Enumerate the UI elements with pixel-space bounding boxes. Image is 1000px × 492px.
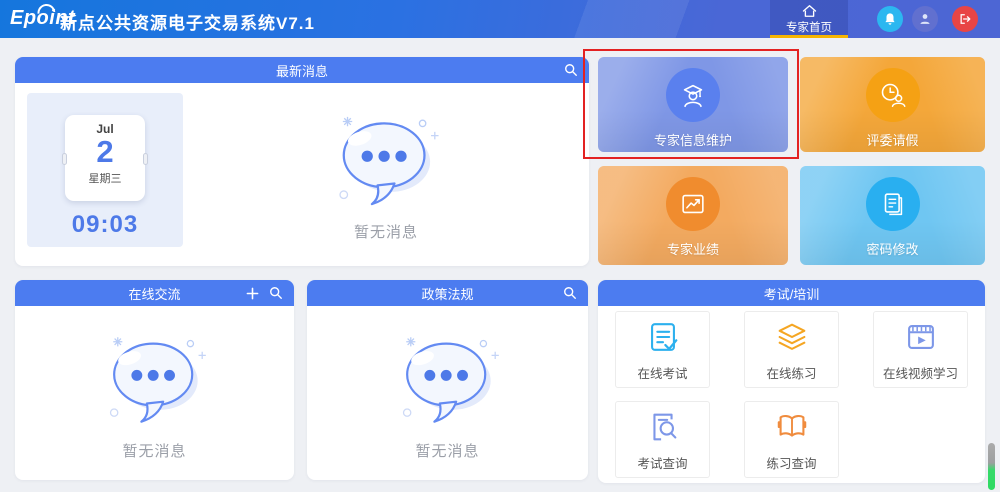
search-icon xyxy=(563,286,577,300)
tab-label: 专家首页 xyxy=(786,19,832,35)
app-title: 新点公共资源电子交易系统V7.1 xyxy=(60,9,315,34)
clock-time: 09:03 xyxy=(27,211,183,239)
calendar-weekday: 星期三 xyxy=(65,170,145,186)
tile-label: 专家信息维护 xyxy=(654,130,732,149)
message-bubble-icon xyxy=(389,328,507,430)
tile-icon-circle xyxy=(866,68,920,122)
logout-icon xyxy=(958,12,972,26)
app-header: Epoint 新点公共资源电子交易系统V7.1 专家首页 xyxy=(0,0,1000,38)
exam-item-label: 练习查询 xyxy=(766,453,816,472)
trend-chart-icon xyxy=(678,189,708,219)
search-icon xyxy=(564,63,578,77)
online-chat-title: 在线交流 xyxy=(128,284,180,303)
user-icon xyxy=(918,12,932,26)
logout-button[interactable] xyxy=(952,6,978,32)
doc-search-icon xyxy=(644,408,682,446)
plus-icon xyxy=(246,287,259,300)
panel-online-chat: 在线交流 xyxy=(15,280,294,480)
calendar-day: 2 xyxy=(65,136,145,168)
tab-expert-home[interactable]: 专家首页 xyxy=(770,0,848,38)
latest-news-header: 最新消息 xyxy=(15,57,589,83)
news-empty-state: 暂无消息 xyxy=(183,83,589,266)
open-book-icon xyxy=(773,408,811,446)
exam-item-label: 考试查询 xyxy=(637,453,687,472)
exam-item-online-exam[interactable]: 在线考试 xyxy=(615,311,710,388)
exam-item-practice-query[interactable]: 练习查询 xyxy=(744,401,839,478)
calendar-widget: Jul 2 星期三 09:03 xyxy=(27,93,183,247)
tile-judge-leave[interactable]: 评委请假 xyxy=(800,57,985,152)
policies-header: 政策法规 xyxy=(307,280,588,306)
layers-icon xyxy=(773,318,811,356)
exam-checklist-icon xyxy=(644,318,682,356)
chat-empty-state: 暂无消息 xyxy=(15,328,294,461)
exam-item-online-video-learning[interactable]: 在线视频学习 xyxy=(873,311,968,388)
exam-training-title: 考试/培训 xyxy=(764,284,820,303)
graduate-person-icon xyxy=(678,80,708,110)
bell-icon xyxy=(883,12,897,26)
exam-item-label: 在线考试 xyxy=(637,363,687,382)
tab-active-underline xyxy=(770,35,848,38)
online-chat-header: 在线交流 xyxy=(15,280,294,306)
panel-latest-news: 最新消息 Jul 2 星期三 09:03 xyxy=(15,57,589,266)
policies-title: 政策法规 xyxy=(421,284,473,303)
exam-training-header: 考试/培训 xyxy=(598,280,985,306)
exam-item-label: 在线视频学习 xyxy=(883,363,958,382)
tile-label: 密码修改 xyxy=(866,239,918,258)
search-icon xyxy=(269,286,283,300)
latest-news-title: 最新消息 xyxy=(276,61,328,80)
news-empty-text: 暂无消息 xyxy=(354,221,418,242)
policies-empty-text: 暂无消息 xyxy=(415,440,479,461)
message-bubble-icon xyxy=(325,107,447,213)
calendar-card: Jul 2 星期三 xyxy=(65,115,145,201)
tile-icon-circle xyxy=(666,177,720,231)
exam-item-exam-query[interactable]: 考试查询 xyxy=(615,401,710,478)
exam-item-label: 在线练习 xyxy=(766,363,816,382)
chat-empty-text: 暂无消息 xyxy=(122,440,186,461)
policies-empty-state: 暂无消息 xyxy=(307,328,588,461)
calendar-ring-left xyxy=(62,153,67,165)
message-bubble-icon xyxy=(96,328,214,430)
scrollbar-thumb[interactable] xyxy=(988,443,995,490)
calendar-ring-right xyxy=(143,153,148,165)
news-search-button[interactable] xyxy=(563,62,579,78)
logo-arc-decoration xyxy=(37,3,56,14)
tile-label: 评委请假 xyxy=(866,130,918,149)
chat-add-button[interactable] xyxy=(244,285,260,301)
exam-training-grid: 在线考试 在线练习 在线视频学习 xyxy=(598,311,985,478)
tile-icon-circle xyxy=(666,68,720,122)
user-profile-button[interactable] xyxy=(912,6,938,32)
home-icon xyxy=(802,4,817,18)
chat-search-button[interactable] xyxy=(268,285,284,301)
panel-policies: 政策法规 xyxy=(307,280,588,480)
exam-item-online-practice[interactable]: 在线练习 xyxy=(744,311,839,388)
clock-person-icon xyxy=(878,80,908,110)
panel-exam-training: 考试/培训 在线考试 在线练习 xyxy=(598,280,985,483)
policies-search-button[interactable] xyxy=(562,285,578,301)
tile-password-change[interactable]: 密码修改 xyxy=(800,166,985,265)
tile-expert-info-maintenance[interactable]: 专家信息维护 xyxy=(598,57,788,152)
video-icon xyxy=(902,318,940,356)
dashboard-page: Epoint 新点公共资源电子交易系统V7.1 专家首页 xyxy=(0,0,1000,492)
document-edit-icon xyxy=(878,189,908,219)
tile-label: 专家业绩 xyxy=(667,239,719,258)
notifications-button[interactable] xyxy=(877,6,903,32)
tile-icon-circle xyxy=(866,177,920,231)
tile-expert-performance[interactable]: 专家业绩 xyxy=(598,166,788,265)
